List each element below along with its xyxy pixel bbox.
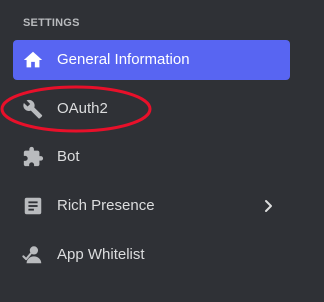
settings-sidebar: SETTINGS General Information OAuth2 Bot <box>0 0 324 302</box>
puzzle-icon <box>22 146 44 168</box>
sidebar-item-rich-presence[interactable]: Rich Presence <box>13 186 290 226</box>
sidebar-item-label: General Information <box>57 51 190 68</box>
home-icon <box>22 49 44 71</box>
sidebar-item-label: Bot <box>57 148 80 165</box>
sidebar-item-bot[interactable]: Bot <box>13 137 290 177</box>
sidebar-item-general-information[interactable]: General Information <box>13 40 290 80</box>
wrench-icon <box>22 98 44 120</box>
user-check-icon <box>22 244 44 266</box>
sidebar-item-app-whitelist[interactable]: App Whitelist <box>13 235 290 275</box>
sidebar-item-oauth2[interactable]: OAuth2 <box>13 89 290 129</box>
sidebar-item-label: Rich Presence <box>57 197 155 214</box>
section-title: SETTINGS <box>23 17 80 29</box>
sidebar-item-label: OAuth2 <box>57 100 108 117</box>
chevron-right-icon <box>260 198 276 214</box>
document-icon <box>22 195 44 217</box>
sidebar-item-label: App Whitelist <box>57 246 145 263</box>
